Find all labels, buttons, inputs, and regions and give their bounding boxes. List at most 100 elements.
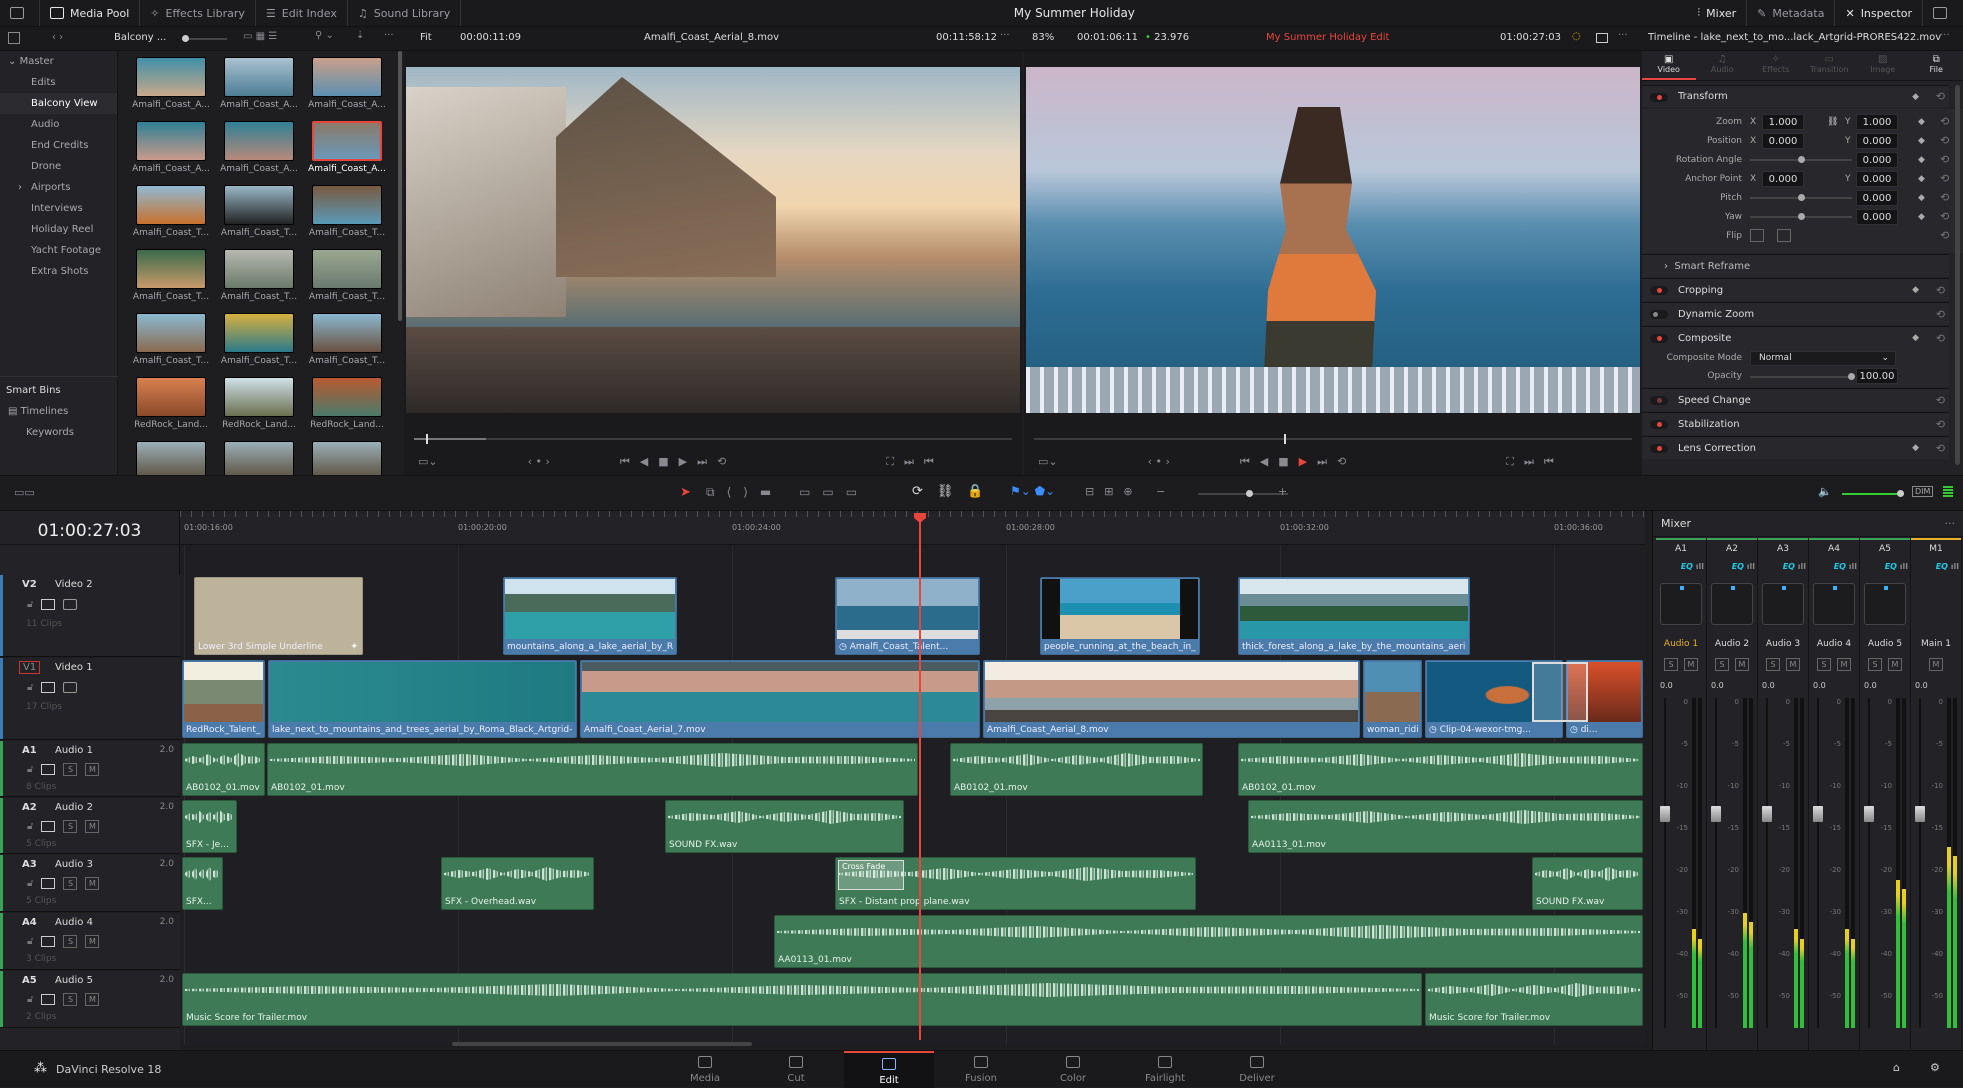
media-thumbnail[interactable]: [224, 313, 294, 353]
reset-icon[interactable]: ⟲: [1936, 279, 1945, 302]
reset-icon[interactable]: ⟲: [1940, 132, 1949, 150]
slider-handle[interactable]: [1798, 194, 1805, 201]
value-slider[interactable]: [1750, 197, 1852, 199]
media-thumbnail[interactable]: [136, 377, 206, 417]
track-header-a5[interactable]: A5Audio 52.0🔓︎SM2 Clips: [0, 971, 180, 1028]
toggle[interactable]: [1650, 420, 1668, 429]
mute-button[interactable]: M: [1786, 658, 1800, 671]
video-clip[interactable]: mountains_along_a_lake_aerial_by_Roma...: [503, 577, 677, 655]
edit-index-button[interactable]: ☰Edit Index: [256, 0, 348, 26]
media-thumbnail[interactable]: [224, 185, 294, 225]
y-input[interactable]: 0.000: [1856, 171, 1898, 187]
track-header-a1[interactable]: A1Audio 12.0🔓︎SM8 Clips: [0, 741, 180, 797]
more-icon[interactable]: ···: [1618, 30, 1628, 41]
keyframe-icon[interactable]: ◆: [1912, 437, 1919, 460]
eq-button[interactable]: EQ ıll: [1758, 562, 1806, 571]
track-id[interactable]: A4: [22, 917, 37, 928]
source-clip-selector[interactable]: Amalfi_Coast_Aerial_8.mov: [644, 32, 779, 43]
pan-control[interactable]: [1762, 583, 1804, 625]
slider-handle[interactable]: [1798, 213, 1805, 220]
fader-handle[interactable]: [1660, 806, 1670, 822]
transport-controls[interactable]: ▭⌄‹ • ›⏮◀■▶⏭⟲⛶⏭⏮: [418, 455, 944, 469]
more-menu-button[interactable]: [1923, 0, 1963, 26]
metadata-button[interactable]: ✎Metadata: [1747, 0, 1835, 26]
reset-icon[interactable]: ⟲: [1936, 327, 1945, 350]
track-header-a3[interactable]: A3Audio 32.0🔓︎SM5 Clips: [0, 855, 180, 912]
value-slider[interactable]: [1750, 159, 1852, 161]
transition-marker[interactable]: [1532, 662, 1588, 722]
y-input[interactable]: 0.000: [1856, 152, 1898, 168]
layout-icon[interactable]: ▭▭: [14, 486, 35, 499]
bin-item[interactable]: ›Airports: [0, 177, 117, 198]
audio-clip[interactable]: AA0113_01.mov: [774, 915, 1643, 968]
pan-control[interactable]: [1864, 583, 1906, 625]
bin-master[interactable]: ⌄ Master: [0, 51, 117, 72]
toggle[interactable]: [1650, 93, 1668, 102]
media-thumbnail[interactable]: [224, 249, 294, 289]
track-id[interactable]: A3: [22, 859, 37, 870]
auto-select-icon[interactable]: [41, 599, 55, 610]
speed-change-section[interactable]: Speed Change⟲: [1642, 388, 1949, 411]
x-input[interactable]: 1.000: [1762, 114, 1804, 130]
reset-icon[interactable]: ⟲: [1940, 170, 1949, 188]
volume-icon[interactable]: 🔈: [1818, 485, 1832, 498]
reset-icon[interactable]: ⟲: [1936, 413, 1945, 436]
media-thumbnail[interactable]: [312, 313, 382, 353]
fader-handle[interactable]: [1711, 806, 1721, 822]
fader-handle[interactable]: [1813, 806, 1823, 822]
mute-button[interactable]: M: [85, 877, 99, 890]
viewer-mode-icon[interactable]: ▭⌄: [1038, 455, 1058, 468]
audio-clip[interactable]: Music Score for Trailer.mov: [182, 973, 1422, 1026]
panel-toggle-icon[interactable]: [8, 32, 20, 44]
bin-item[interactable]: Balcony View: [0, 93, 117, 114]
reset-icon[interactable]: ⟲: [1936, 389, 1945, 412]
media-thumbnail[interactable]: [136, 249, 206, 289]
video-clip[interactable]: thick_forest_along_a_lake_by_the_mountai…: [1238, 577, 1470, 655]
settings-gear-icon[interactable]: ⚙: [1930, 1061, 1940, 1074]
viewer-mode-icon[interactable]: ▭⌄: [418, 455, 438, 468]
page-tab-fairlight[interactable]: Fairlight: [1120, 1051, 1210, 1088]
more-icon[interactable]: ···: [1940, 30, 1950, 41]
media-thumbnail[interactable]: [224, 441, 294, 475]
bin-item[interactable]: Drone: [0, 156, 117, 177]
opacity-slider[interactable]: [1750, 376, 1852, 378]
source-scrubber[interactable]: [414, 438, 1012, 440]
audio-clip[interactable]: AB0102_01.mov: [950, 743, 1203, 796]
tab-audio[interactable]: ♫Audio: [1696, 51, 1750, 80]
track-header-v1[interactable]: V1Video 1🔓︎17 Clips: [0, 658, 180, 740]
media-thumbnail[interactable]: [136, 57, 206, 97]
bin-selector[interactable]: Balcony ...: [114, 32, 166, 43]
audio-clip[interactable]: SOUND FX.wav: [1532, 857, 1643, 910]
composite-section[interactable]: Composite◆⟲ Composite Mode Normal⌄ Opaci…: [1642, 326, 1949, 387]
smart-bin-timelines[interactable]: ▤ Timelines: [8, 406, 68, 417]
thumb-size-slider[interactable]: [182, 38, 227, 40]
snap-link-lock-icons[interactable]: ⟳⛓🔒: [912, 484, 998, 499]
keyframe-icon[interactable]: ◆: [1912, 327, 1919, 350]
more-icon[interactable]: ···: [1000, 30, 1010, 41]
audio-clip[interactable]: AB0102_01.mov: [1238, 743, 1643, 796]
smart-reframe-section[interactable]: › Smart Reframe: [1642, 254, 1949, 277]
audio-clip[interactable]: SOUND FX.wav: [665, 800, 904, 853]
nav-arrows-icon[interactable]: ‹ ›: [52, 32, 63, 43]
keyframe-icon[interactable]: ◆: [1918, 170, 1925, 188]
page-tab-media[interactable]: Media: [660, 1051, 750, 1088]
audio-clip[interactable]: SFX - Je...: [182, 800, 237, 853]
mute-button[interactable]: M: [1684, 658, 1698, 671]
lock-icon[interactable]: 🔓︎: [27, 936, 33, 947]
fader-handle[interactable]: [1864, 806, 1874, 822]
track-header-v2[interactable]: V2Video 2🔓︎11 Clips: [0, 575, 180, 657]
track-id[interactable]: V1: [19, 661, 40, 674]
lock-icon[interactable]: 🔓︎: [27, 682, 33, 693]
video-clip[interactable]: woman_ridi...: [1363, 660, 1422, 738]
eq-button[interactable]: EQ ıll: [1911, 562, 1959, 571]
keyframe-icon[interactable]: ◆: [1918, 189, 1925, 207]
media-pool-button[interactable]: Media Pool: [40, 0, 140, 26]
reset-icon[interactable]: ⟲: [1940, 151, 1949, 169]
mark-buttons[interactable]: ⛶⏭⏮: [1506, 455, 1564, 468]
audio-clip[interactable]: AB0102_01.mov: [267, 743, 918, 796]
bin-item[interactable]: Interviews: [0, 198, 117, 219]
audio-clip[interactable]: SFX - Overhead.wav: [441, 857, 594, 910]
media-thumbnail[interactable]: [312, 249, 382, 289]
solo-button[interactable]: S: [63, 763, 77, 776]
sound-library-button[interactable]: ♫Sound Library: [348, 0, 461, 26]
